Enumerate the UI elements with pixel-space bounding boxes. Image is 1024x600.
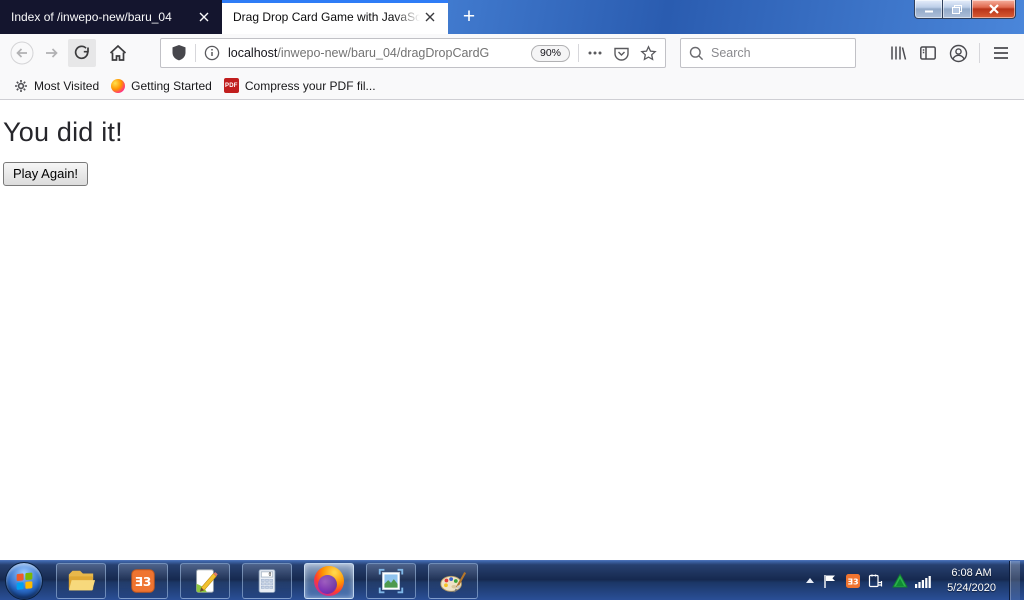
xampp-tray-icon[interactable]: Ǝ3 [845, 573, 861, 589]
sidebar-icon[interactable] [914, 39, 942, 67]
url-host: localhost [228, 46, 278, 60]
minimize-button[interactable] [914, 0, 943, 19]
firefox-icon [314, 565, 344, 596]
browser-titlebar: Index of /inwepo-new/baru_04 Drag Drop C… [0, 0, 1024, 34]
page-actions-icon[interactable] [587, 45, 603, 61]
urlbar-divider [195, 44, 196, 62]
url-text[interactable]: localhost/inwepo-new/baru_04/dragDropCar… [228, 46, 527, 60]
page-content: You did it! Play Again! [0, 100, 1024, 559]
show-hidden-icons-arrow[interactable] [805, 577, 815, 585]
safely-remove-hardware-icon[interactable] [868, 573, 885, 589]
calculator-icon: 0 [258, 568, 276, 593]
search-input[interactable] [711, 46, 849, 60]
notepadpp-icon [196, 568, 218, 593]
navigation-toolbar: localhost/inwepo-new/baru_04/dragDropCar… [0, 34, 1024, 72]
taskbar-notepadpp-button[interactable] [180, 562, 230, 599]
menu-hamburger-icon[interactable] [987, 39, 1015, 67]
svg-text:Ǝ3: Ǝ3 [135, 575, 152, 589]
tab-close-icon[interactable] [194, 7, 214, 27]
photo-viewer-icon [378, 568, 404, 593]
start-button[interactable] [5, 561, 43, 600]
taskbar-photo-viewer-button[interactable] [366, 562, 416, 599]
zoom-level-badge[interactable]: 90% [530, 44, 570, 62]
url-bar[interactable]: localhost/inwepo-new/baru_04/dragDropCar… [160, 38, 666, 68]
reload-button[interactable] [68, 39, 96, 67]
bookmark-label: Getting Started [131, 78, 212, 93]
tracking-protection-shield-icon[interactable] [171, 44, 187, 62]
bookmark-getting-started[interactable]: Getting Started [105, 75, 218, 97]
gear-icon [14, 79, 28, 93]
search-bar[interactable] [680, 38, 856, 68]
bookmarks-toolbar: Most Visited Getting Started PDF Compres… [0, 72, 1024, 100]
taskbar-firefox-button[interactable] [304, 562, 354, 599]
site-info-icon[interactable] [204, 45, 220, 61]
back-button[interactable] [8, 39, 36, 67]
close-button[interactable] [971, 0, 1016, 19]
pocket-icon[interactable] [613, 45, 630, 62]
taskbar-paint-button[interactable] [428, 562, 478, 599]
taskbar-explorer-button[interactable] [56, 562, 106, 599]
search-icon [689, 46, 704, 60]
svg-text:Ǝ3: Ǝ3 [848, 577, 859, 586]
green-triangle-app-icon[interactable] [892, 572, 908, 589]
home-button[interactable] [104, 39, 132, 67]
bookmark-label: Most Visited [34, 78, 100, 93]
clock-time: 6:08 AM [951, 567, 992, 580]
url-path: /inwepo-new/baru_04/dragDropCardG [277, 46, 490, 60]
system-tray: Ǝ3 6:08 AM 5/24/2020 [805, 560, 1024, 600]
play-again-button[interactable]: Play Again! [3, 162, 89, 186]
paint-icon [440, 571, 467, 593]
tab-title: Drag Drop Card Game with JavaScri [233, 10, 420, 24]
bookmark-most-visited[interactable]: Most Visited [8, 75, 105, 97]
taskbar-calculator-button[interactable]: 0 [242, 562, 292, 599]
bookmark-compress-pdf[interactable]: PDF Compress your PDF fil... [218, 75, 382, 97]
desktop-screen: Index of /inwepo-new/baru_04 Drag Drop C… [0, 0, 1024, 600]
explorer-folder-icon [68, 570, 96, 590]
svg-text:0: 0 [268, 572, 271, 578]
toolbar-divider [979, 43, 980, 63]
network-signal-icon[interactable] [915, 574, 932, 588]
firefox-icon [111, 78, 126, 93]
window-controls [914, 0, 1016, 19]
tab-drag-drop-game[interactable]: Drag Drop Card Game with JavaScri [222, 0, 448, 34]
restore-button[interactable] [943, 0, 971, 19]
tab-index-page[interactable]: Index of /inwepo-new/baru_04 [0, 0, 222, 34]
action-center-flag-icon[interactable] [822, 573, 838, 589]
library-icon[interactable] [884, 39, 912, 67]
tab-close-icon[interactable] [420, 7, 440, 27]
toolbar-right-icons [884, 39, 1015, 67]
bookmark-label: Compress your PDF fil... [244, 78, 376, 93]
taskbar-xampp-button[interactable]: Ǝ3 [118, 562, 168, 599]
tab-title: Index of /inwepo-new/baru_04 [11, 10, 172, 24]
page-heading: You did it! [3, 117, 123, 147]
account-icon[interactable] [944, 39, 972, 67]
windows-taskbar: Ǝ3 0 Ǝ3 6:08 AM 5/24/2020 [0, 560, 1024, 600]
clock-date: 5/24/2020 [947, 581, 996, 594]
urlbar-divider [578, 44, 579, 62]
taskbar-buttons: Ǝ3 0 [56, 562, 478, 599]
taskbar-clock[interactable]: 6:08 AM 5/24/2020 [947, 566, 996, 595]
show-desktop-button[interactable] [1009, 560, 1020, 600]
bookmark-star-icon[interactable] [640, 44, 657, 62]
xampp-icon: Ǝ3 [131, 568, 155, 593]
new-tab-button[interactable]: + [454, 2, 484, 32]
pdf-icon: PDF [223, 78, 239, 93]
windows-logo-icon [16, 572, 32, 590]
forward-button[interactable] [38, 39, 66, 67]
